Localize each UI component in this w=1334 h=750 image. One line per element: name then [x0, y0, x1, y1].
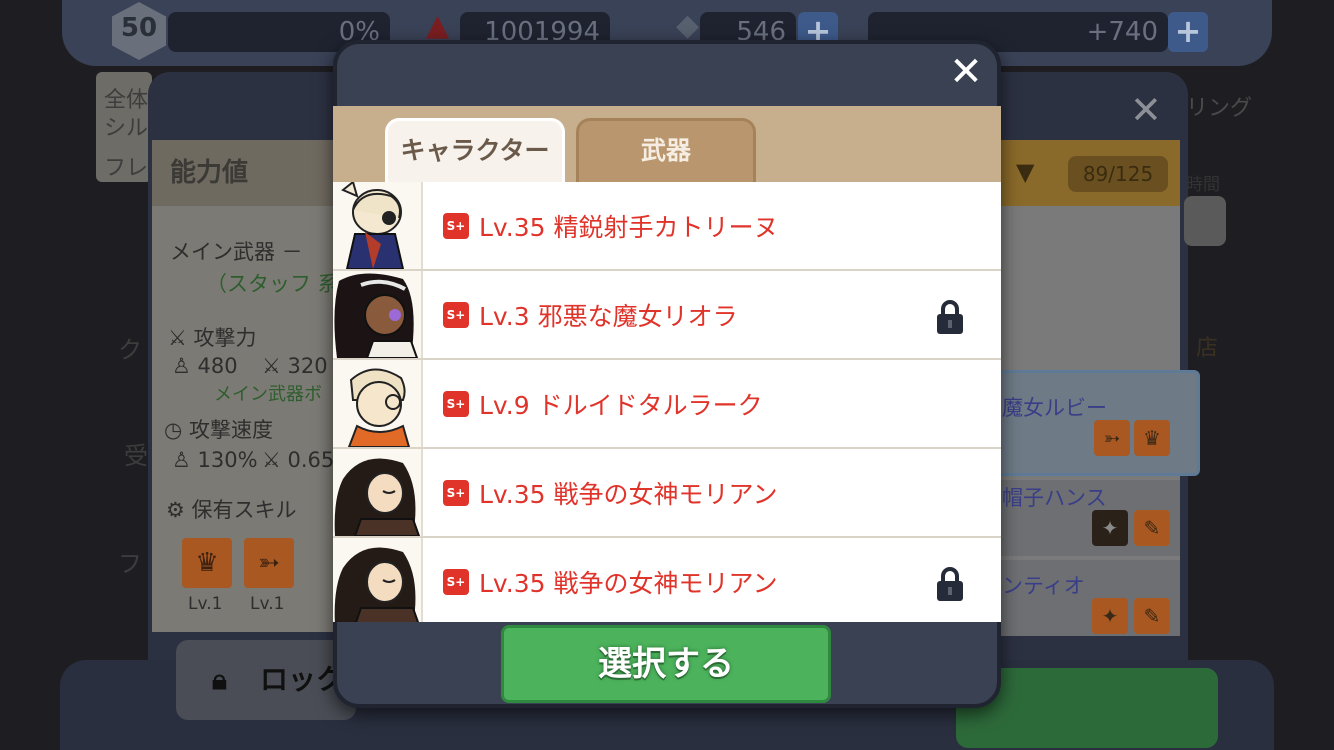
roster-skill-icon: ✎	[1134, 510, 1170, 546]
lock-icon	[937, 300, 963, 334]
rank-badge: S+	[443, 569, 469, 595]
lock-icon	[937, 567, 963, 601]
skills-label: ⚙ 保有スキル	[166, 498, 297, 522]
skill-1-level: Lv.1	[188, 594, 223, 614]
roster-card-name-2: 帽子ハンス	[1002, 486, 1107, 510]
tab-weapon[interactable]: 武器	[576, 118, 756, 182]
lock-icon: 🔒︎	[212, 663, 227, 696]
skills-label-text: 保有スキル	[191, 498, 297, 522]
gold-icon: ▲	[426, 8, 450, 43]
speed-weapon-value: ⚔ 0.65	[262, 448, 335, 472]
speed-char-value: ♙ 130%	[172, 448, 258, 472]
roster-skill-icon: ♛	[1134, 420, 1170, 456]
add-stamina-button[interactable]: +	[1168, 12, 1208, 52]
select-button[interactable]: 選択する	[501, 625, 831, 703]
side-icon-text-3: フ	[118, 550, 142, 578]
attack-char-value: ♙ 480	[172, 354, 238, 378]
side-left-text-2: シル	[104, 116, 149, 141]
list-item[interactable]: S+ Lv.35 戦争の女神モリアン	[333, 449, 1001, 536]
character-entry-label: Lv.3 邪悪な魔女リオラ	[479, 302, 738, 331]
attack-label: ⚔ 攻撃力	[168, 326, 257, 350]
main-weapon-bonus: メイン武器ボ	[214, 384, 322, 405]
speed-label: ◷ 攻撃速度	[164, 418, 273, 442]
list-item[interactable]: S+ Lv.35 戦争の女神モリアン	[333, 538, 1001, 622]
speed-char-text: 130%	[197, 448, 258, 472]
tab-character[interactable]: キャラクター	[385, 118, 565, 182]
skill-2-level: Lv.1	[250, 594, 285, 614]
speed-weapon-text: 0.65	[287, 448, 335, 472]
main-weapon-line: メイン武器 －	[170, 240, 303, 264]
attack-weapon-text: 320	[287, 354, 328, 378]
skill-2-icon[interactable]: ➳	[244, 538, 294, 588]
character-list: S+ Lv.35 精鋭射手カトリーヌ S+ Lv.3 邪悪な魔女リオラ S+ L…	[333, 182, 1001, 622]
rank-badge: S+	[443, 302, 469, 328]
background-close-icon[interactable]: ✕	[1130, 88, 1162, 132]
speed-label-text: 攻撃速度	[189, 418, 273, 442]
rank-badge: S+	[443, 213, 469, 239]
attack-label-text: 攻撃力	[193, 326, 257, 350]
druid-portrait	[333, 360, 423, 447]
character-entry-label: Lv.35 戦争の女神モリアン	[479, 569, 778, 598]
side-right-text: リング	[1186, 96, 1253, 121]
gem-icon: ◆	[676, 8, 700, 43]
archer-portrait	[333, 182, 423, 269]
witch-portrait	[333, 271, 423, 358]
shop-label: 店	[1196, 336, 1219, 361]
roster-count: 89/125	[1068, 156, 1168, 192]
roster-skill-icon: ➳	[1094, 420, 1130, 456]
rank-badge: S+	[443, 391, 469, 417]
character-entry-label: Lv.35 戦争の女神モリアン	[479, 480, 778, 509]
side-icon-text-1: ク	[118, 336, 142, 364]
attack-weapon-value: ⚔ 320	[262, 354, 328, 378]
character-entry-label: Lv.9 ドルイドタルラーク	[479, 391, 763, 420]
roster-skill-icon: ✦	[1092, 510, 1128, 546]
roster-skill-icon: ✦	[1092, 598, 1128, 634]
skill-1-icon[interactable]: ♛	[182, 538, 232, 588]
character-entry-label: Lv.35 精鋭射手カトリーヌ	[479, 213, 779, 242]
weapon-type: （スタッフ 系	[206, 272, 339, 296]
rank-badge: S+	[443, 480, 469, 506]
time-label: 時間	[1186, 175, 1220, 195]
list-item[interactable]: S+ Lv.9 ドルイドタルラーク	[333, 360, 1001, 447]
sort-dropdown-icon[interactable]: ▼	[1016, 158, 1034, 186]
lock-button[interactable]: 🔒︎ ロック	[176, 640, 356, 720]
goddess-portrait	[333, 449, 423, 536]
attack-char-text: 480	[197, 354, 238, 378]
close-icon[interactable]: ✕	[946, 52, 986, 92]
lock-button-label: ロック	[260, 663, 345, 696]
list-item[interactable]: S+ Lv.3 邪悪な魔女リオラ	[333, 271, 1001, 358]
time-button[interactable]	[1184, 196, 1226, 246]
roster-card-name-3: ンティオ	[1002, 574, 1085, 598]
list-item[interactable]: S+ Lv.35 精鋭射手カトリーヌ	[333, 182, 1001, 269]
roster-skill-icon: ✎	[1134, 598, 1170, 634]
stats-header: 能力値	[152, 140, 336, 206]
goddess-portrait	[333, 538, 423, 622]
roster-card-name-1: 魔女ルビー	[1002, 396, 1107, 420]
side-left-text-3: フレ	[104, 156, 149, 181]
side-icon-text-2: 受	[124, 442, 148, 470]
